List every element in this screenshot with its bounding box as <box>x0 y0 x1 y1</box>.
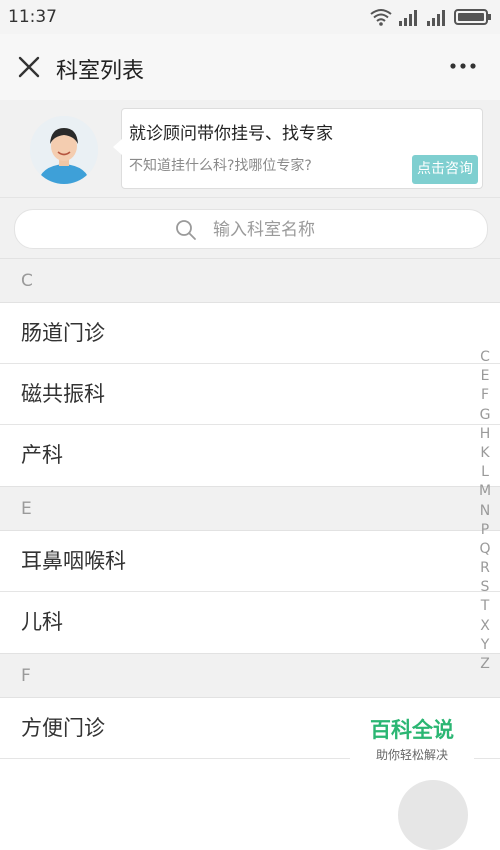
consult-button[interactable]: 点击咨询 <box>412 155 478 184</box>
status-time: 11:37 <box>8 7 57 27</box>
search-icon <box>176 220 196 240</box>
index-letter[interactable]: X <box>478 617 492 636</box>
index-letter[interactable]: Q <box>478 540 492 559</box>
status-icons <box>370 8 492 26</box>
wifi-icon <box>370 9 392 26</box>
consult-subtext: 不知道挂什么科?找哪位专家? <box>129 158 312 174</box>
list-item[interactable]: 耳鼻咽喉科 <box>0 531 500 592</box>
alphabet-index[interactable]: C E F G H K L M N P Q R S T X Y Z <box>478 348 492 674</box>
section-header-e: E <box>0 486 500 531</box>
index-letter[interactable]: K <box>478 444 492 463</box>
index-letter[interactable]: Z <box>478 655 492 674</box>
index-letter[interactable]: H <box>478 425 492 444</box>
index-letter[interactable]: G <box>478 406 492 425</box>
page-title: 科室列表 <box>56 59 145 84</box>
watermark-subtitle: 助你轻松解决 <box>375 748 448 762</box>
index-letter[interactable]: P <box>478 521 492 540</box>
signal-icon <box>399 10 417 26</box>
department-list: C 肠道门诊 磁共振科 产科 E 耳鼻咽喉科 儿科 F 方便门诊 <box>0 258 500 759</box>
index-letter[interactable]: L <box>478 463 492 482</box>
list-item[interactable]: 儿科 <box>0 592 500 653</box>
index-letter[interactable]: M <box>478 482 492 501</box>
watermark-logo: 百科全说 助你轻松解决 <box>350 706 474 768</box>
index-letter[interactable]: Y <box>478 636 492 655</box>
search-box[interactable] <box>14 209 488 249</box>
search-area <box>0 197 500 259</box>
consult-headline: 就诊顾问带你挂号、找专家 <box>129 124 333 144</box>
list-item[interactable]: 肠道门诊 <box>0 303 500 364</box>
close-icon[interactable] <box>14 52 44 82</box>
consultant-banner: 就诊顾问带你挂号、找专家 不知道挂什么科?找哪位专家? 点击咨询 <box>0 100 500 197</box>
index-letter[interactable]: E <box>478 367 492 386</box>
signal-icon-2 <box>427 10 445 26</box>
index-letter[interactable]: N <box>478 502 492 521</box>
floating-button[interactable] <box>398 780 468 850</box>
index-letter[interactable]: T <box>478 597 492 616</box>
list-item[interactable]: 产科 <box>0 425 500 486</box>
watermark-title: 百科全说 <box>370 718 454 742</box>
status-bar: 11:37 <box>0 0 500 34</box>
search-input[interactable] <box>211 214 455 246</box>
battery-icon <box>454 9 491 25</box>
section-header-f: F <box>0 653 500 698</box>
index-letter[interactable]: S <box>478 578 492 597</box>
consult-bubble: 就诊顾问带你挂号、找专家 不知道挂什么科?找哪位专家? 点击咨询 <box>113 108 483 189</box>
index-letter[interactable]: F <box>478 386 492 405</box>
index-letter[interactable]: C <box>478 348 492 367</box>
index-letter[interactable]: R <box>478 559 492 578</box>
more-options-icon[interactable] <box>448 56 478 76</box>
section-header-c: C <box>0 258 500 303</box>
list-item[interactable]: 磁共振科 <box>0 364 500 425</box>
consultant-avatar <box>30 116 98 184</box>
nav-bar: 科室列表 <box>0 34 500 101</box>
avatar-illustration <box>30 116 98 184</box>
